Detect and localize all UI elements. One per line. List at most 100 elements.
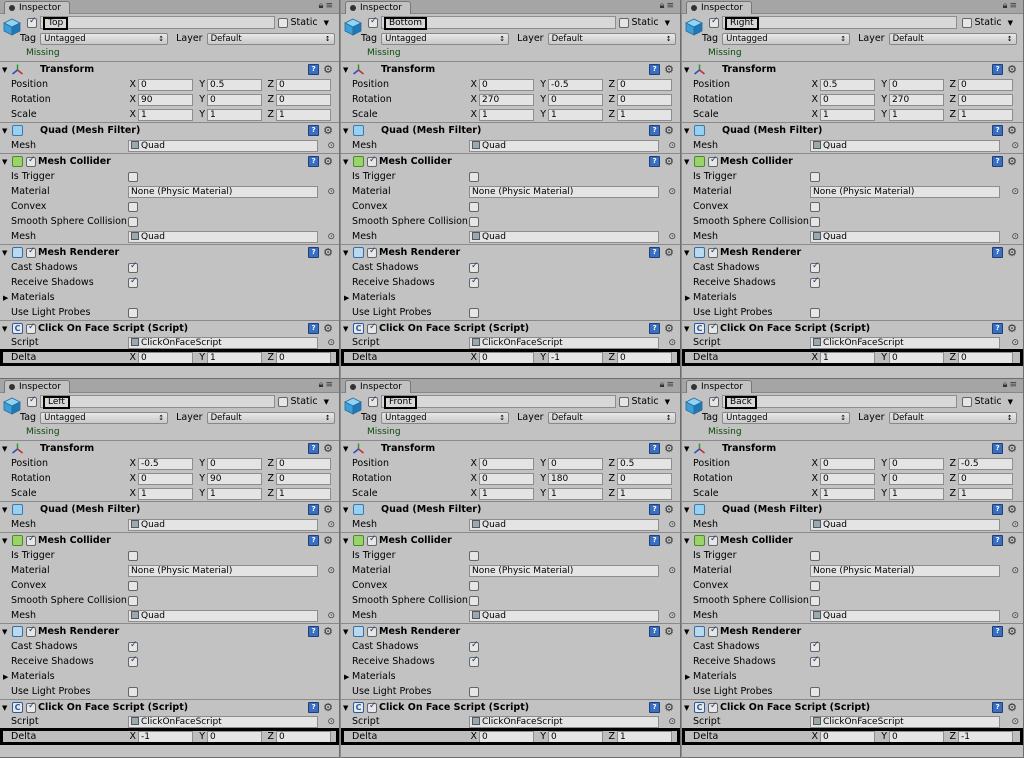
smooth-checkbox[interactable]: [469, 595, 479, 606]
help-book-icon[interactable]: ?: [308, 702, 320, 713]
cast-shadows-checkbox[interactable]: [469, 640, 479, 652]
gear-icon[interactable]: ⚙: [323, 156, 333, 167]
inspector-tab[interactable]: Inspector: [686, 380, 752, 393]
static-dropdown-icon[interactable]: ▼: [665, 19, 670, 27]
smooth-checkbox[interactable]: [128, 595, 138, 606]
tab-controls[interactable]: 🔒︎≡: [1003, 1, 1019, 11]
collider-enabled-checkbox[interactable]: [26, 534, 36, 546]
fold-arrow-icon[interactable]: ▼: [343, 325, 351, 333]
delta-x-field[interactable]: 1: [820, 351, 875, 364]
fold-arrow-icon[interactable]: ▼: [2, 325, 10, 333]
script-header[interactable]: ▼ C Click On Face Script (Script) ?⚙: [341, 321, 680, 336]
renderer-enabled-checkbox[interactable]: [708, 246, 718, 258]
tag-dropdown[interactable]: Untagged: [722, 411, 851, 424]
fold-arrow-icon[interactable]: ▼: [343, 704, 351, 712]
scale-x-field[interactable]: 1: [479, 108, 534, 121]
gear-icon[interactable]: ⚙: [664, 156, 674, 167]
script-object-field[interactable]: ClickOnFaceScript: [469, 336, 659, 349]
object-picker-icon[interactable]: ⊙: [668, 232, 676, 242]
rotation-x-field[interactable]: 0: [138, 472, 193, 485]
gear-icon[interactable]: ⚙: [1007, 323, 1017, 334]
fold-arrow-icon[interactable]: ▼: [343, 506, 351, 514]
help-book-icon[interactable]: ?: [992, 443, 1004, 454]
layer-dropdown[interactable]: Default: [547, 411, 676, 424]
object-picker-icon[interactable]: ⊙: [327, 338, 335, 348]
static-toggle[interactable]: Static ▼: [619, 17, 670, 28]
fold-arrow-icon[interactable]: ▼: [2, 127, 10, 135]
active-checkbox[interactable]: [709, 395, 719, 407]
help-book-icon[interactable]: ?: [308, 156, 320, 167]
renderer-enabled-checkbox[interactable]: [367, 625, 377, 637]
delta-x-field[interactable]: -1: [138, 730, 193, 743]
static-dropdown-icon[interactable]: ▼: [1008, 398, 1013, 406]
script-enabled-checkbox[interactable]: [26, 322, 36, 334]
position-x-field[interactable]: 0: [479, 78, 534, 91]
gear-icon[interactable]: ⚙: [1007, 247, 1017, 258]
delta-x-field[interactable]: 0: [820, 730, 875, 743]
object-picker-icon[interactable]: ⊙: [327, 520, 335, 530]
object-picker-icon[interactable]: ⊙: [327, 187, 335, 197]
tab-controls[interactable]: 🔒︎≡: [319, 380, 335, 390]
smooth-checkbox[interactable]: [469, 216, 479, 227]
scale-x-field[interactable]: 1: [138, 487, 193, 500]
gear-icon[interactable]: ⚙: [323, 626, 333, 637]
gear-icon[interactable]: ⚙: [323, 504, 333, 515]
gear-icon[interactable]: ⚙: [323, 535, 333, 546]
object-picker-icon[interactable]: ⊙: [668, 141, 676, 151]
object-picker-icon[interactable]: ⊙: [668, 520, 676, 530]
inspector-tab[interactable]: Inspector: [345, 1, 411, 14]
gear-icon[interactable]: ⚙: [323, 323, 333, 334]
gear-icon[interactable]: ⚙: [664, 626, 674, 637]
fold-arrow-icon[interactable]: ▼: [684, 158, 692, 166]
fold-arrow-icon[interactable]: ▼: [343, 628, 351, 636]
gear-icon[interactable]: ⚙: [1007, 125, 1017, 136]
material-object-field[interactable]: None (Physic Material): [469, 185, 659, 198]
help-book-icon[interactable]: ?: [649, 64, 661, 75]
position-z-field[interactable]: 0.5: [617, 457, 672, 470]
light-probes-checkbox[interactable]: [810, 686, 820, 697]
static-dropdown-icon[interactable]: ▼: [324, 398, 329, 406]
static-checkbox[interactable]: [619, 396, 630, 407]
object-picker-icon[interactable]: ⊙: [327, 611, 335, 621]
menu-icon[interactable]: ≡: [666, 380, 676, 390]
fold-arrow-icon[interactable]: ▼: [2, 445, 10, 453]
fold-arrow-icon[interactable]: ▼: [343, 66, 351, 74]
fold-arrow-icon[interactable]: ▼: [2, 537, 10, 545]
gear-icon[interactable]: ⚙: [323, 247, 333, 258]
active-checkbox[interactable]: [27, 395, 37, 407]
fold-arrow-icon[interactable]: ▼: [343, 127, 351, 135]
delta-y-field[interactable]: 0: [889, 730, 944, 743]
position-x-field[interactable]: -0.5: [138, 457, 193, 470]
object-picker-icon[interactable]: ⊙: [1011, 566, 1019, 576]
convex-checkbox[interactable]: [810, 201, 820, 212]
rotation-z-field[interactable]: 0: [276, 472, 331, 485]
collider-mesh-field[interactable]: Quad: [810, 609, 1000, 622]
materials-row[interactable]: ▶ Materials: [682, 290, 1023, 305]
delta-x-field[interactable]: 0: [479, 351, 534, 364]
transform-header[interactable]: ▼ Transform ? ⚙: [0, 441, 339, 456]
delta-x-field[interactable]: 0: [479, 730, 534, 743]
fold-arrow-icon[interactable]: ▼: [2, 704, 10, 712]
scale-y-field[interactable]: 1: [548, 487, 603, 500]
fold-arrow-icon[interactable]: ▼: [684, 325, 692, 333]
smooth-checkbox[interactable]: [128, 216, 138, 227]
gear-icon[interactable]: ⚙: [1007, 64, 1017, 75]
fold-arrow-icon[interactable]: ▼: [684, 66, 692, 74]
gear-icon[interactable]: ⚙: [664, 702, 674, 713]
collider-enabled-checkbox[interactable]: [708, 534, 718, 546]
scale-x-field[interactable]: 1: [479, 487, 534, 500]
position-x-field[interactable]: 0: [479, 457, 534, 470]
mesh-object-field[interactable]: Quad: [128, 139, 318, 152]
meshfilter-header[interactable]: ▼ Quad (Mesh Filter) ? ⚙: [0, 502, 339, 517]
help-book-icon[interactable]: ?: [308, 64, 320, 75]
script-header[interactable]: ▼ C Click On Face Script (Script) ?⚙: [682, 700, 1023, 715]
help-book-icon[interactable]: ?: [992, 535, 1004, 546]
fold-arrow-icon[interactable]: ▼: [684, 537, 692, 545]
delta-y-field[interactable]: -1: [548, 351, 603, 364]
help-book-icon[interactable]: ?: [308, 535, 320, 546]
active-checkbox[interactable]: [368, 395, 378, 407]
object-name-field[interactable]: Back: [722, 395, 957, 409]
scale-z-field[interactable]: 1: [276, 108, 331, 121]
object-picker-icon[interactable]: ⊙: [327, 141, 335, 151]
meshrenderer-header[interactable]: ▼ Mesh Renderer ?⚙: [682, 624, 1023, 639]
